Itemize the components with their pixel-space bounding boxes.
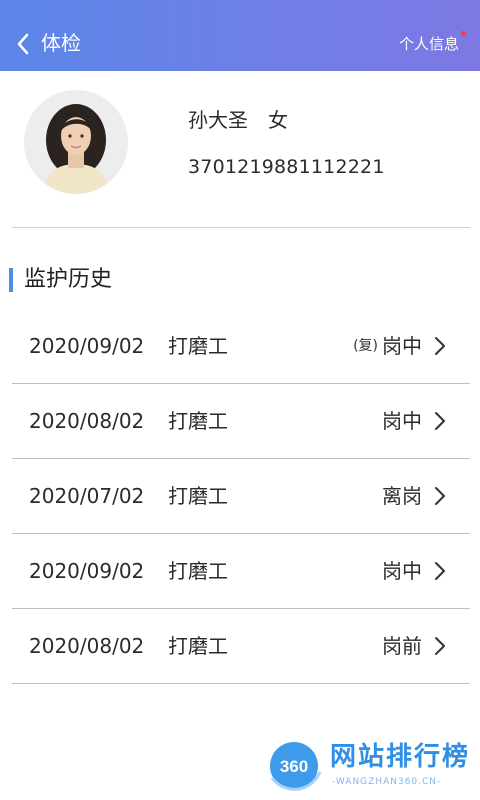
avatar	[24, 90, 128, 194]
record-status-group: 岗中	[382, 408, 422, 434]
record-status-group: (复) 岗中	[353, 333, 422, 359]
record-date: 2020/08/02	[29, 634, 145, 658]
record-date: 2020/09/02	[29, 334, 145, 358]
record-status-group: 离岗	[382, 483, 422, 509]
record-job: 打磨工	[168, 334, 228, 358]
record-job: 打磨工	[168, 634, 228, 658]
record-date: 2020/08/02	[29, 409, 145, 433]
monitoring-history-list: 2020/09/02 打磨工 (复) 岗中 2020/08/02 打磨工 岗中 …	[12, 309, 470, 684]
person-gender: 女	[268, 108, 288, 132]
chevron-right-icon	[435, 412, 445, 430]
record-status: 岗中	[382, 409, 422, 433]
section-accent-bar	[9, 268, 13, 292]
avatar-photo	[24, 90, 128, 194]
chevron-left-icon	[17, 33, 29, 55]
chevron-right-icon	[435, 337, 445, 355]
record-job: 打磨工	[168, 409, 228, 433]
person-id-number: 3701219881112221	[188, 156, 385, 178]
record-date: 2020/09/02	[29, 559, 145, 583]
record-status-group: 岗前	[382, 633, 422, 659]
record-date: 2020/07/02	[29, 484, 145, 508]
chevron-right-icon	[435, 562, 445, 580]
divider	[12, 227, 470, 228]
section-title: 监护历史	[24, 267, 113, 292]
record-status: 岗前	[382, 634, 422, 658]
personal-info-link[interactable]: 个人信息	[399, 34, 459, 54]
list-item[interactable]: 2020/07/02 打磨工 离岗	[12, 459, 470, 534]
record-job: 打磨工	[168, 484, 228, 508]
recheck-tag: (复)	[353, 338, 378, 354]
watermark: 360 网站排行榜 -WANGZHAN360.CN-	[266, 736, 476, 796]
watermark-logo-text: 360	[280, 757, 308, 776]
watermark-subtitle: -WANGZHAN360.CN-	[332, 777, 442, 787]
person-name: 孙大圣	[188, 108, 248, 132]
list-item[interactable]: 2020/08/02 打磨工 岗中	[12, 384, 470, 459]
record-status: 离岗	[382, 484, 422, 508]
record-status-group: 岗中	[382, 558, 422, 584]
chevron-right-icon	[435, 487, 445, 505]
watermark-title: 网站排行榜	[330, 742, 471, 772]
record-job: 打磨工	[168, 559, 228, 583]
list-item[interactable]: 2020/08/02 打磨工 岗前	[12, 609, 470, 684]
chevron-right-icon	[435, 637, 445, 655]
record-status: 岗中	[382, 334, 422, 358]
person-name-line: 孙大圣女	[188, 107, 288, 133]
back-button[interactable]	[8, 24, 38, 64]
watermark-logo-icon: 360	[270, 742, 322, 791]
page-title: 体检	[41, 31, 81, 55]
record-status: 岗中	[382, 559, 422, 583]
notification-dot	[461, 31, 466, 36]
list-item[interactable]: 2020/09/02 打磨工 (复) 岗中	[12, 309, 470, 384]
app-header: 体检 个人信息	[0, 0, 480, 71]
list-item[interactable]: 2020/09/02 打磨工 岗中	[12, 534, 470, 609]
